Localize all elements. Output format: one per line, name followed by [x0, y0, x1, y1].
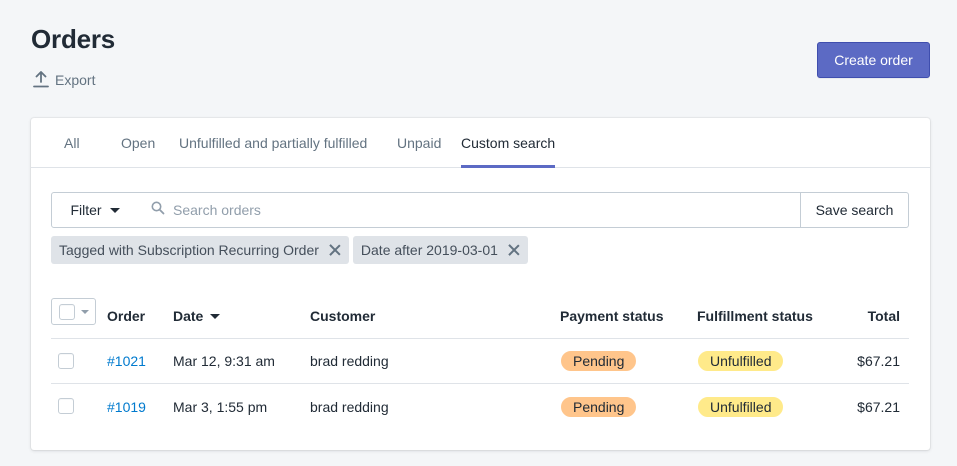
create-order-button[interactable]: Create order: [817, 42, 930, 78]
tab-bar: All Open Unfulfilled and partially fulfi…: [31, 118, 930, 168]
tab-open[interactable]: Open: [121, 118, 155, 167]
table-row[interactable]: #1021 Mar 12, 9:31 am brad redding Pendi…: [51, 339, 909, 384]
bulk-select-checkbox[interactable]: [51, 298, 96, 325]
filter-label: Filter: [70, 202, 102, 218]
fulfillment-status-badge: Unfulfilled: [698, 396, 784, 417]
export-icon: [33, 71, 49, 88]
caret-down-icon: [109, 207, 120, 213]
export-label: Export: [55, 71, 96, 88]
column-header-date-label: Date: [173, 308, 204, 324]
row-checkbox[interactable]: [58, 398, 74, 414]
column-header-customer[interactable]: Customer: [310, 294, 375, 338]
fulfillment-status-badge: Unfulfilled: [698, 351, 784, 371]
filter-tag-date: Date after 2019-03-01: [352, 236, 528, 264]
order-total: $67.21: [857, 353, 900, 369]
chevron-down-icon: [81, 309, 89, 314]
orders-card: All Open Unfulfilled and partially fulfi…: [31, 118, 930, 450]
select-all-checkbox[interactable]: [59, 303, 75, 320]
customer-name: brad redding: [310, 398, 389, 415]
order-date: Mar 12, 9:31 am: [173, 353, 275, 369]
column-header-total[interactable]: Total: [868, 294, 900, 338]
remove-filter-icon[interactable]: [508, 244, 520, 256]
search-field[interactable]: [138, 192, 801, 228]
table-row[interactable]: #1019 Mar 3, 1:55 pm brad redding Pendin…: [51, 384, 909, 429]
filter-tag-label: Date after 2019-03-01: [360, 242, 498, 258]
search-icon: [138, 201, 173, 220]
column-header-fulfillment-status[interactable]: Fulfillment status: [697, 294, 813, 338]
row-checkbox[interactable]: [58, 353, 74, 369]
order-link[interactable]: #1021: [107, 353, 146, 369]
search-input[interactable]: [173, 202, 773, 218]
customer-name: brad redding: [310, 353, 389, 369]
filter-button[interactable]: Filter: [51, 192, 139, 228]
export-button[interactable]: Export: [33, 71, 95, 88]
filter-bar: Filter Save search: [51, 192, 909, 228]
order-date: Mar 3, 1:55 pm: [173, 398, 268, 415]
tab-custom-search[interactable]: Custom search: [461, 118, 556, 168]
tab-all[interactable]: All: [64, 118, 80, 167]
table-header: Order Date Customer Payment status Fulfi…: [51, 294, 909, 339]
filter-tag-subscription: Tagged with Subscription Recurring Order: [51, 236, 349, 264]
tab-unpaid[interactable]: Unpaid: [397, 118, 441, 167]
tab-unfulfilled[interactable]: Unfulfilled and partially fulfilled: [179, 118, 367, 167]
order-total: $67.21: [857, 398, 900, 415]
save-search-button[interactable]: Save search: [800, 192, 909, 228]
orders-table: Order Date Customer Payment status Fulfi…: [51, 294, 909, 429]
payment-status-badge: Pending: [561, 396, 637, 417]
applied-filters: Tagged with Subscription Recurring Order…: [51, 236, 528, 264]
order-link[interactable]: #1019: [107, 399, 146, 415]
page-title: Orders: [31, 24, 116, 54]
remove-filter-icon[interactable]: [329, 244, 341, 256]
sort-down-icon: [210, 313, 221, 319]
column-header-payment-status[interactable]: Payment status: [560, 294, 663, 338]
filter-tag-label: Tagged with Subscription Recurring Order: [59, 242, 319, 258]
column-header-order[interactable]: Order: [107, 294, 145, 338]
column-header-date[interactable]: Date: [173, 294, 221, 338]
payment-status-badge: Pending: [561, 351, 637, 371]
